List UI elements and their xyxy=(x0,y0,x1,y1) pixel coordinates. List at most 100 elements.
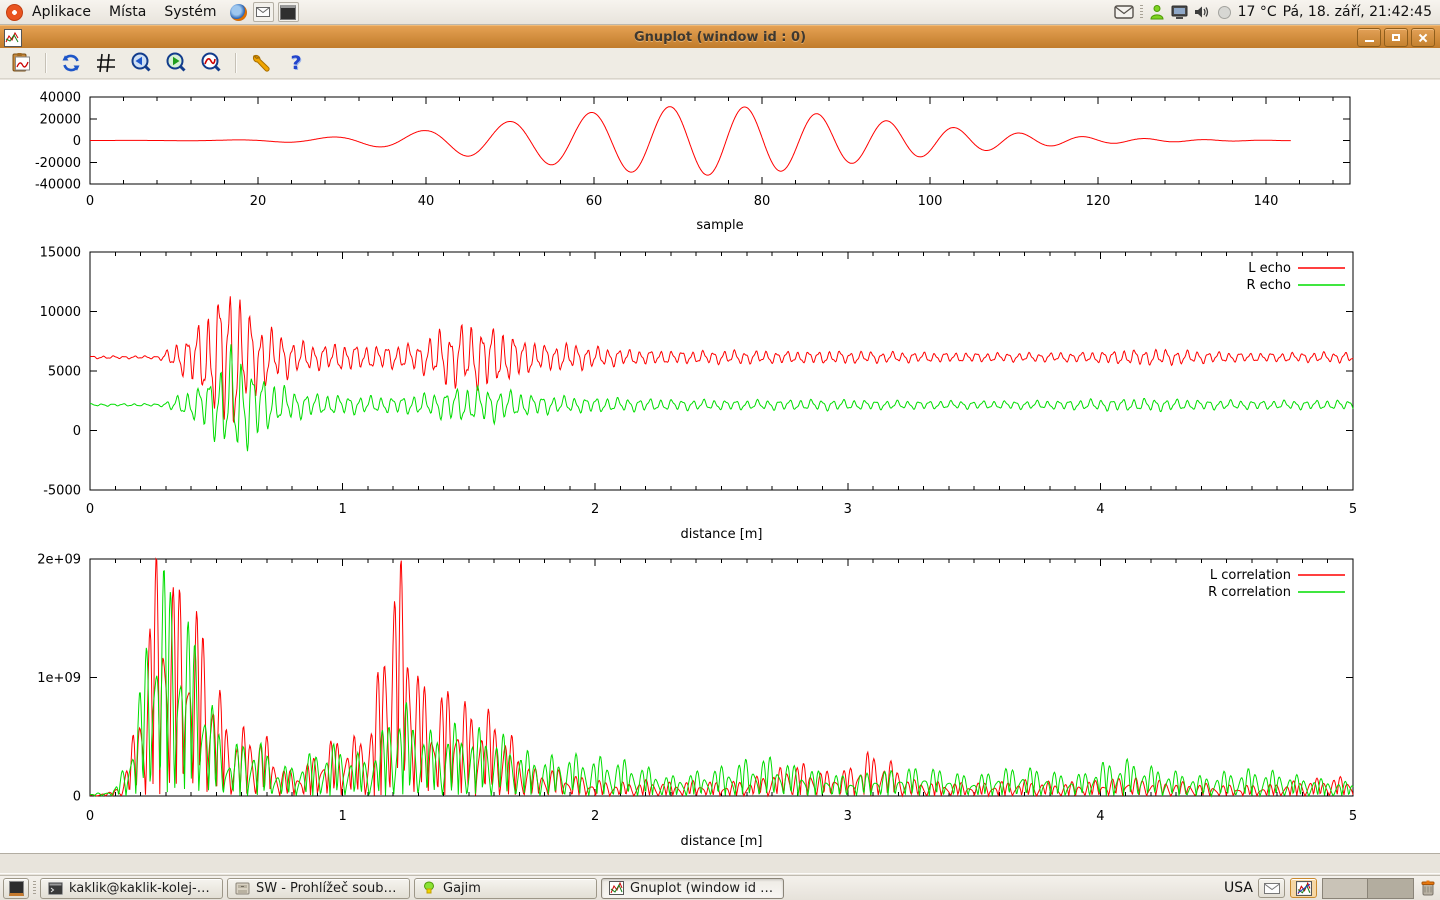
workspace-switcher[interactable] xyxy=(1322,878,1414,899)
svg-text:4: 4 xyxy=(1096,502,1104,517)
svg-text:3: 3 xyxy=(844,502,852,517)
window-titlebar[interactable]: Gnuplot (window id : 0) xyxy=(0,25,1440,49)
svg-text:20000: 20000 xyxy=(40,112,81,127)
zoom-next-button[interactable] xyxy=(165,52,187,74)
chart-2: 01234501e+092e+09distance [m]L correlati… xyxy=(37,553,1357,850)
svg-text:0: 0 xyxy=(86,809,94,824)
clock[interactable]: Pá, 18. září, 21:42:45 xyxy=(1283,4,1432,20)
svg-text:4: 4 xyxy=(1096,809,1104,824)
svg-text:0: 0 xyxy=(73,134,81,149)
svg-text:120: 120 xyxy=(1086,194,1111,209)
help-button[interactable]: ? xyxy=(285,52,307,74)
mail-notification-icon[interactable] xyxy=(1114,5,1134,19)
series-signal xyxy=(90,107,1291,175)
svg-text:-5000: -5000 xyxy=(43,484,81,499)
mail-launcher[interactable] xyxy=(253,3,274,22)
toolbar-separator xyxy=(45,53,47,73)
minimize-icon xyxy=(1365,40,1374,42)
keyboard-layout-indicator[interactable]: USA xyxy=(1224,880,1253,896)
taskbar-item-label: Gajim xyxy=(443,881,481,896)
taskbar: kaklik@kaklik-kolej-u... SW - Prohlížeč … xyxy=(0,875,1440,900)
series-r-correlation xyxy=(90,571,1353,796)
svg-text:40000: 40000 xyxy=(40,91,81,106)
svg-text:0: 0 xyxy=(73,790,81,805)
svg-text:2: 2 xyxy=(591,809,599,824)
svg-text:1e+09: 1e+09 xyxy=(37,671,81,686)
terminal-launcher[interactable] xyxy=(278,3,299,22)
firefox-icon xyxy=(230,4,247,21)
configure-button[interactable] xyxy=(250,52,272,74)
svg-text:80: 80 xyxy=(754,194,771,209)
taskbar-item-label: SW - Prohlížeč souborů xyxy=(256,881,403,896)
svg-text:20: 20 xyxy=(250,194,267,209)
taskbar-item-label: kaklik@kaklik-kolej-u... xyxy=(69,881,216,896)
close-button[interactable] xyxy=(1411,28,1435,47)
svg-text:0: 0 xyxy=(86,194,94,209)
menu-system[interactable]: Systém xyxy=(155,0,225,24)
trash-icon xyxy=(1419,879,1437,897)
svg-text:60: 60 xyxy=(586,194,603,209)
zoom-previous-button[interactable] xyxy=(130,52,152,74)
menu-places[interactable]: Místa xyxy=(100,0,155,24)
svg-text:2e+09: 2e+09 xyxy=(37,553,81,568)
svg-text:3: 3 xyxy=(844,809,852,824)
gnuplot-plot-canvas[interactable]: 020406080100120140-40000-200000200004000… xyxy=(0,80,1440,853)
gnuplot-toolbar: ? xyxy=(0,48,1440,79)
terminal-launcher-icon xyxy=(278,2,299,22)
mail-tray-icon xyxy=(1264,883,1280,894)
file-manager-icon xyxy=(234,881,250,895)
taskbar-item-gnuplot[interactable]: Gnuplot (window id : 0) xyxy=(601,878,784,899)
window-list-drag-handle[interactable] xyxy=(33,881,36,895)
svg-text:1: 1 xyxy=(338,809,346,824)
gnuplot-tray-icon xyxy=(1296,881,1312,896)
gnuplot-icon xyxy=(608,881,624,895)
show-desktop-icon xyxy=(9,881,24,896)
taskbar-item-gajim[interactable]: Gajim xyxy=(414,878,597,899)
plots-svg: 020406080100120140-40000-200000200004000… xyxy=(0,80,1440,853)
svg-text:2: 2 xyxy=(591,502,599,517)
maximize-button[interactable] xyxy=(1384,28,1408,47)
ubuntu-menu-icon[interactable] xyxy=(6,4,23,21)
svg-text:0: 0 xyxy=(73,424,81,439)
toolbar-separator xyxy=(235,53,237,73)
mail-tray-button[interactable] xyxy=(1258,878,1285,898)
workspace-1[interactable] xyxy=(1323,879,1368,898)
svg-text:R correlation: R correlation xyxy=(1208,585,1291,600)
svg-text:L correlation: L correlation xyxy=(1210,568,1291,583)
taskbar-item-terminal[interactable]: kaklik@kaklik-kolej-u... xyxy=(40,878,223,899)
window-bottom-strip xyxy=(0,853,1440,874)
zoom-reset-button[interactable] xyxy=(200,52,222,74)
workspace-2[interactable] xyxy=(1368,879,1413,898)
trash-applet[interactable] xyxy=(1419,879,1437,897)
svg-text:R echo: R echo xyxy=(1246,278,1291,293)
gnuplot-tray-button[interactable] xyxy=(1290,878,1317,898)
taskbar-tray: USA xyxy=(1224,878,1437,899)
user-switcher-icon[interactable] xyxy=(1149,4,1165,20)
refresh-button[interactable] xyxy=(60,52,82,74)
chart-1: 012345-5000050001000015000distance [m]L … xyxy=(40,246,1358,543)
chart-0: 020406080100120140-40000-200000200004000… xyxy=(35,91,1350,234)
display-icon[interactable] xyxy=(1171,5,1188,20)
svg-text:1: 1 xyxy=(338,502,346,517)
window-title: Gnuplot (window id : 0) xyxy=(0,30,1440,45)
show-desktop-button[interactable] xyxy=(3,878,29,899)
copy-plot-button[interactable] xyxy=(10,52,32,74)
maximize-icon xyxy=(1392,34,1400,41)
weather-icon[interactable] xyxy=(1217,5,1232,20)
grid-button[interactable] xyxy=(95,52,117,74)
terminal-icon xyxy=(47,881,63,895)
svg-text:15000: 15000 xyxy=(40,246,81,261)
svg-text:100: 100 xyxy=(918,194,943,209)
mail-launcher-icon xyxy=(253,2,274,22)
series-l-correlation xyxy=(90,559,1353,796)
applet-drag-handle[interactable] xyxy=(1140,5,1143,19)
svg-text:140: 140 xyxy=(1254,194,1279,209)
taskbar-item-file-manager[interactable]: SW - Prohlížeč souborů xyxy=(227,878,410,899)
svg-text:distance [m]: distance [m] xyxy=(680,527,762,542)
minimize-button[interactable] xyxy=(1357,28,1381,47)
volume-icon[interactable] xyxy=(1194,5,1211,19)
firefox-launcher[interactable] xyxy=(228,3,249,22)
menu-applications[interactable]: Aplikace xyxy=(23,0,100,24)
svg-text:distance [m]: distance [m] xyxy=(680,834,762,849)
svg-text:5: 5 xyxy=(1349,502,1357,517)
